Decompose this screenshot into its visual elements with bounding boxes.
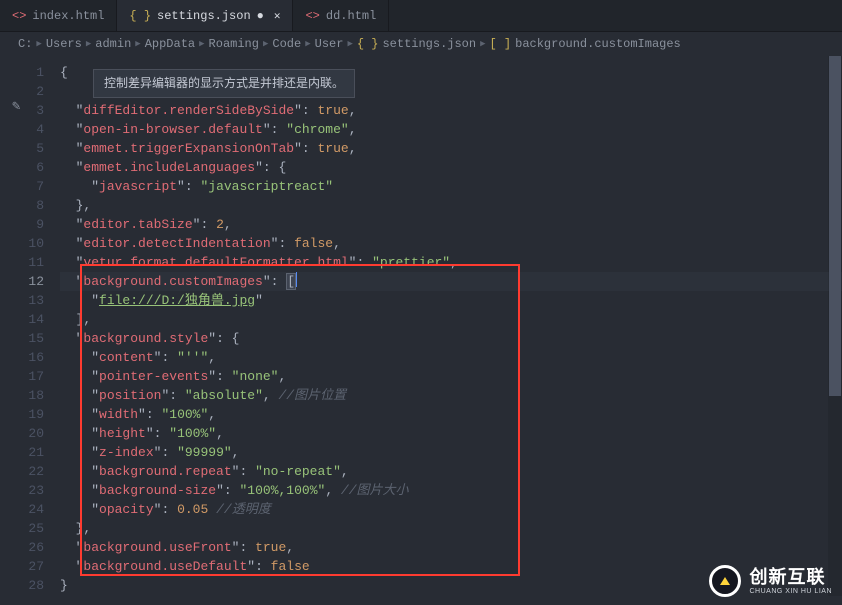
- line-number: 13: [0, 291, 44, 310]
- line-number: 2: [0, 82, 44, 101]
- line-number: 21: [0, 443, 44, 462]
- line-number: 25: [0, 519, 44, 538]
- tab-label: settings.json: [157, 9, 251, 23]
- code-line[interactable]: "editor.tabSize": 2,: [60, 215, 842, 234]
- chevron-right-icon: ▶: [135, 39, 140, 49]
- line-number: 4: [0, 120, 44, 139]
- breadcrumb-segment[interactable]: User: [315, 37, 344, 51]
- line-number: 23: [0, 481, 44, 500]
- tab-label: index.html: [32, 9, 104, 23]
- code-line[interactable]: "height": "100%",: [60, 424, 842, 443]
- tab-index-html[interactable]: <> index.html: [0, 0, 117, 31]
- chevron-right-icon: ▶: [305, 39, 310, 49]
- line-number: 28: [0, 576, 44, 595]
- editor[interactable]: ✎ 12345678910111213141516171819202122232…: [0, 56, 842, 605]
- code-line[interactable]: "background.customImages": [: [60, 272, 842, 291]
- chevron-right-icon: ▶: [36, 39, 41, 49]
- line-number: 16: [0, 348, 44, 367]
- code-line[interactable]: },: [60, 519, 842, 538]
- code-line[interactable]: "emmet.includeLanguages": {: [60, 158, 842, 177]
- breadcrumbs[interactable]: C:▶Users▶admin▶AppData▶Roaming▶Code▶User…: [0, 32, 842, 56]
- tab-dd-html[interactable]: <> dd.html: [293, 0, 389, 31]
- code-line[interactable]: "opacity": 0.05 //透明度: [60, 500, 842, 519]
- line-number: 10: [0, 234, 44, 253]
- code-line[interactable]: "background.repeat": "no-repeat",: [60, 462, 842, 481]
- code-line[interactable]: ],: [60, 310, 842, 329]
- watermark-logo: 创新互联 CHUANG XIN HU LIAN: [709, 565, 832, 597]
- line-number: 15: [0, 329, 44, 348]
- code-line[interactable]: "content": "''",: [60, 348, 842, 367]
- code-line[interactable]: "position": "absolute", //图片位置: [60, 386, 842, 405]
- code-line[interactable]: "diffEditor.renderSideBySide": true,: [60, 101, 842, 120]
- line-number: 7: [0, 177, 44, 196]
- line-number-gutter: 1234567891011121314151617181920212223242…: [0, 56, 60, 605]
- tab-label: dd.html: [326, 9, 376, 23]
- line-number: 19: [0, 405, 44, 424]
- chevron-right-icon: ▶: [347, 39, 352, 49]
- code-line[interactable]: "pointer-events": "none",: [60, 367, 842, 386]
- line-number: 11: [0, 253, 44, 272]
- code-area[interactable]: 控制差异编辑器的显示方式是并排还是内联。 { "diffEditor.rende…: [60, 56, 842, 605]
- logo-icon: [709, 565, 741, 597]
- code-line[interactable]: },: [60, 196, 842, 215]
- line-number: 17: [0, 367, 44, 386]
- code-line[interactable]: "background-size": "100%,100%", //图片大小: [60, 481, 842, 500]
- breadcrumb-segment[interactable]: admin: [95, 37, 131, 51]
- file-icon: <>: [12, 9, 26, 23]
- line-number: 22: [0, 462, 44, 481]
- breadcrumb-segment[interactable]: Roaming: [209, 37, 259, 51]
- line-number: 12: [0, 272, 44, 291]
- watermark-text-cn: 创新互联: [749, 568, 832, 586]
- code-line[interactable]: "background.style": {: [60, 329, 842, 348]
- code-line[interactable]: "emmet.triggerExpansionOnTab": true,: [60, 139, 842, 158]
- line-number: 8: [0, 196, 44, 215]
- tab-bar: <> index.html { } settings.json ● ✕ <> dd.html: [0, 0, 842, 32]
- scrollbar-thumb[interactable]: [829, 56, 841, 396]
- tab-settings-json[interactable]: { } settings.json ● ✕: [117, 0, 293, 31]
- json-file-icon: { }: [357, 37, 379, 51]
- breadcrumb-segment[interactable]: AppData: [145, 37, 195, 51]
- breadcrumb-segment[interactable]: C:: [18, 37, 32, 51]
- breadcrumb-segment[interactable]: Code: [272, 37, 301, 51]
- line-number: 5: [0, 139, 44, 158]
- line-number: 3: [0, 101, 44, 120]
- chevron-right-icon: ▶: [263, 39, 268, 49]
- line-number: 26: [0, 538, 44, 557]
- code-line[interactable]: "open-in-browser.default": "chrome",: [60, 120, 842, 139]
- close-icon[interactable]: ✕: [274, 9, 281, 23]
- chevron-right-icon: ▶: [199, 39, 204, 49]
- file-icon: <>: [305, 9, 319, 23]
- array-icon: [ ]: [490, 37, 512, 51]
- hover-tooltip: 控制差异编辑器的显示方式是并排还是内联。: [93, 69, 355, 98]
- code-line[interactable]: "editor.detectIndentation": false,: [60, 234, 842, 253]
- code-line[interactable]: "background.useFront": true,: [60, 538, 842, 557]
- line-number: 1: [0, 63, 44, 82]
- chevron-right-icon: ▶: [86, 39, 91, 49]
- file-icon: { }: [129, 9, 151, 23]
- breadcrumb-symbol[interactable]: background.customImages: [515, 37, 681, 51]
- watermark-text-en: CHUANG XIN HU LIAN: [749, 588, 832, 595]
- code-line[interactable]: "z-index": "99999",: [60, 443, 842, 462]
- dirty-indicator-icon: ●: [257, 9, 264, 23]
- chevron-right-icon: ▶: [480, 39, 485, 49]
- line-number: 24: [0, 500, 44, 519]
- breadcrumb-file[interactable]: settings.json: [382, 37, 476, 51]
- code-line[interactable]: "width": "100%",: [60, 405, 842, 424]
- breadcrumb-segment[interactable]: Users: [46, 37, 82, 51]
- code-line[interactable]: "javascript": "javascriptreact": [60, 177, 842, 196]
- line-number: 9: [0, 215, 44, 234]
- line-number: 18: [0, 386, 44, 405]
- line-number: 20: [0, 424, 44, 443]
- line-number: 6: [0, 158, 44, 177]
- code-line[interactable]: "file:///D:/独角兽.jpg": [60, 291, 842, 310]
- pencil-icon: ✎: [12, 98, 20, 115]
- line-number: 27: [0, 557, 44, 576]
- line-number: 14: [0, 310, 44, 329]
- vertical-scrollbar[interactable]: [828, 56, 842, 596]
- text-cursor: [296, 272, 297, 287]
- code-line[interactable]: "vetur.format.defaultFormatter.html": "p…: [60, 253, 842, 272]
